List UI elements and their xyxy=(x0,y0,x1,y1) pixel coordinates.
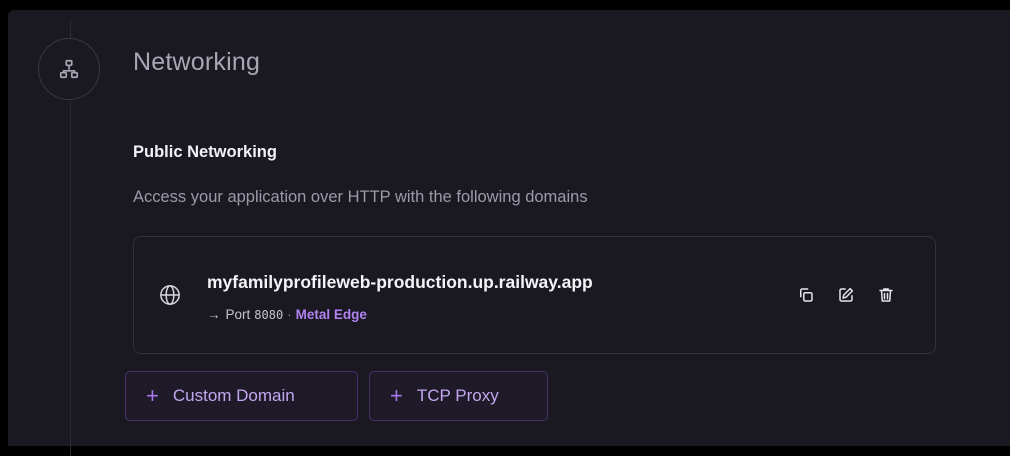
edit-icon[interactable] xyxy=(837,286,855,304)
metal-edge-link[interactable]: Metal Edge xyxy=(296,307,367,322)
public-networking-description: Access your application over HTTP with t… xyxy=(133,188,588,206)
add-custom-domain-button[interactable]: + Custom Domain xyxy=(125,371,358,421)
timeline-line xyxy=(70,102,71,456)
domain-card: myfamilyprofileweb-production.up.railway… xyxy=(133,236,936,354)
tcp-proxy-label: TCP Proxy xyxy=(416,386,499,405)
globe-icon xyxy=(160,285,180,305)
network-icon xyxy=(38,38,100,100)
trash-icon[interactable] xyxy=(877,286,895,304)
domain-actions xyxy=(797,286,895,304)
copy-icon[interactable] xyxy=(797,286,815,304)
port-label: Port xyxy=(225,307,251,322)
port-info: → Port 8080 · Metal Edge xyxy=(207,307,367,322)
custom-domain-label: Custom Domain xyxy=(172,386,295,405)
port-value: 8080 xyxy=(254,307,284,322)
plus-icon: + xyxy=(146,383,159,408)
public-networking-title: Public Networking xyxy=(133,143,277,161)
domain-link[interactable]: myfamilyprofileweb-production.up.railway… xyxy=(207,272,593,293)
separator: · xyxy=(287,307,292,322)
timeline-line-top xyxy=(70,20,71,38)
add-tcp-proxy-button[interactable]: + TCP Proxy xyxy=(369,371,548,421)
arrow-right-icon: → xyxy=(207,307,221,322)
section-title: Networking xyxy=(133,48,261,76)
plus-icon: + xyxy=(390,383,403,408)
